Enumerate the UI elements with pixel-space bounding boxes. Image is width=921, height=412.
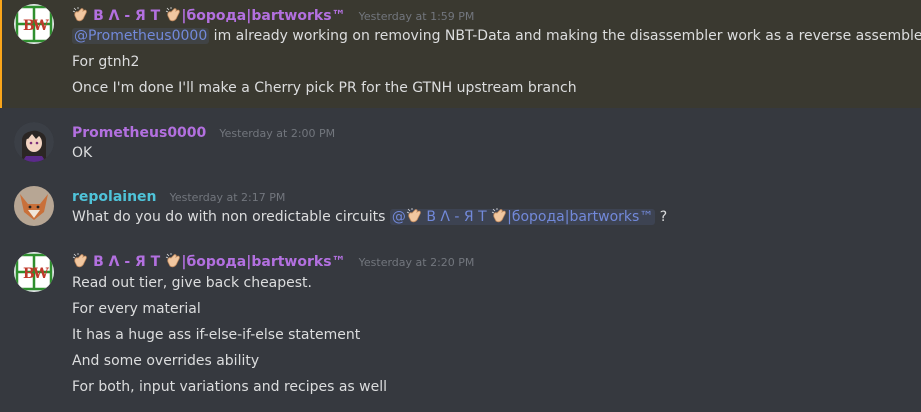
message-line: It has a huge ass if-else-if-else statem… <box>72 327 361 343</box>
timestamp: Yesterday at 2:17 PM <box>169 191 286 204</box>
mention-at: @ <box>391 209 406 225</box>
fox-avatar-icon[interactable] <box>14 186 54 226</box>
timestamp: Yesterday at 1:59 PM <box>358 10 475 23</box>
timestamp: Yesterday at 2:00 PM <box>219 127 336 140</box>
bartworks-logo-icon[interactable] <box>14 4 54 44</box>
message-group[interactable]: В Λ - Я Т |борода|bartworks™ Yesterday a… <box>0 248 921 408</box>
clapping-hands-icon <box>165 7 181 27</box>
bartworks-logo-icon[interactable] <box>14 252 54 292</box>
message-text-end: ? <box>655 209 668 225</box>
message-line: @Prometheus0000 im already working on re… <box>72 27 921 45</box>
message-line: Read out tier, give back cheapest. <box>72 275 312 291</box>
author-name-suffix[interactable]: |борода|bartworks™ <box>181 8 345 24</box>
message-line: For gtnh2 <box>72 54 140 70</box>
author-name[interactable]: Prometheus0000 <box>72 125 206 141</box>
user-mention[interactable]: @Prometheus0000 <box>72 28 210 44</box>
message-text: im already working on removing NBT-Data … <box>209 28 921 44</box>
author-name[interactable]: В Λ - Я Т <box>93 8 160 24</box>
message-text: What do you do with non oredictable circ… <box>72 209 390 225</box>
message-line: OK <box>72 145 93 161</box>
clapping-hands-icon <box>406 208 422 229</box>
message-group-mention[interactable]: В Λ - Я Т |борода|bartworks™ Yesterday a… <box>0 0 921 108</box>
clapping-hands-icon <box>72 7 88 27</box>
chat-log: В Λ - Я Т |борода|bartworks™ Yesterday a… <box>0 0 921 412</box>
message-line: And some overrides ability <box>72 353 260 369</box>
author-name[interactable]: repolainen <box>72 189 157 205</box>
timestamp: Yesterday at 2:20 PM <box>358 256 475 269</box>
message-group[interactable]: repolainen Yesterday at 2:17 PM What do … <box>0 182 921 232</box>
clapping-hands-icon <box>491 208 507 229</box>
author-name-suffix[interactable]: |борода|bartworks™ <box>181 254 345 270</box>
user-mention[interactable]: @ В Λ - Я Т |борода|bartworks™ <box>389 209 656 225</box>
message-group[interactable]: Prometheus0000 Yesterday at 2:00 PM OK <box>0 118 921 168</box>
author-name[interactable]: В Λ - Я Т <box>93 254 160 270</box>
clapping-hands-icon <box>72 253 88 273</box>
message-line: For every material <box>72 301 201 317</box>
anime-avatar-icon[interactable] <box>14 122 54 162</box>
mention-name: В Λ - Я Т <box>426 209 487 225</box>
message-line: For both, input variations and recipes a… <box>72 379 387 395</box>
clapping-hands-icon <box>165 253 181 273</box>
message-line: What do you do with non oredictable circ… <box>72 208 667 229</box>
message-line: Once I'm done I'll make a Cherry pick PR… <box>72 80 577 96</box>
mention-suffix: |борода|bartworks™ <box>507 209 654 225</box>
